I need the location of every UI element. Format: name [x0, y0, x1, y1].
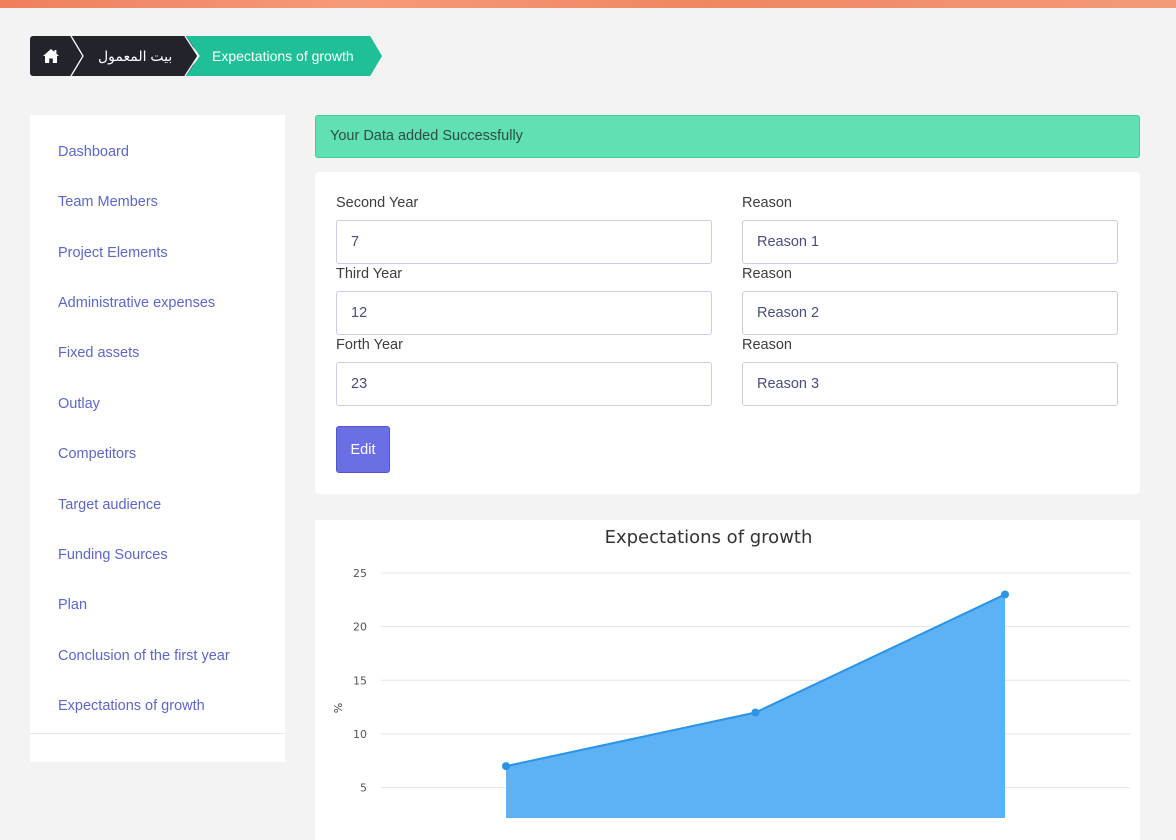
sidebar-item-target-audience[interactable]: Target audience [58, 497, 161, 513]
success-alert: Your Data added Successfully [315, 115, 1140, 158]
breadcrumb-home[interactable] [30, 36, 72, 76]
sidebar-item-team-members[interactable]: Team Members [58, 194, 158, 210]
y-tick-label: 15 [353, 674, 367, 687]
sidebar-item-administrative-expenses[interactable]: Administrative expenses [58, 295, 215, 311]
data-point [1001, 590, 1009, 599]
third-year-label: Third Year [336, 266, 403, 282]
sidebar-item-conclusion-first-year[interactable]: Conclusion of the first year [58, 648, 230, 664]
y-tick-label: 25 [353, 567, 367, 580]
y-tick-label: 10 [353, 728, 367, 741]
breadcrumb-item-project[interactable]: بيت المعمول [70, 36, 198, 76]
sidebar-item-expectations-of-growth[interactable]: Expectations of growth [58, 698, 205, 714]
forth-year-label: Forth Year [336, 337, 403, 353]
header-banner [0, 0, 1176, 8]
second-year-input[interactable] [336, 220, 712, 264]
reason-1-label: Reason [742, 195, 792, 211]
reason-3-input[interactable] [742, 362, 1118, 406]
forth-year-input[interactable] [336, 362, 712, 406]
second-year-label: Second Year [336, 195, 419, 211]
breadcrumb-item-label: Expectations of growth [212, 48, 354, 64]
breadcrumb-item-label: بيت المعمول [98, 47, 173, 64]
data-point [502, 762, 510, 771]
reason-1-input[interactable] [742, 220, 1118, 264]
sidebar-item-funding-sources[interactable]: Funding Sources [58, 547, 168, 563]
sidebar-item-plan[interactable]: Plan [58, 597, 87, 613]
sidebar-item-competitors[interactable]: Competitors [58, 446, 136, 462]
y-axis-label: % [332, 703, 345, 713]
growth-chart: Expectations of growth 5 10 15 20 25% [315, 520, 1140, 840]
growth-form: Second Year Reason Third Year Reason For… [315, 172, 1140, 494]
sidebar-divider [30, 733, 285, 734]
reason-2-label: Reason [742, 266, 792, 282]
sidebar: Dashboard Team Members Project Elements … [30, 115, 285, 762]
edit-button[interactable]: Edit [336, 426, 390, 473]
breadcrumb-separator [184, 36, 199, 76]
breadcrumb-separator [70, 36, 84, 76]
chart-plot: 5 10 15 20 25% [332, 567, 1130, 818]
y-tick-label: 5 [360, 782, 367, 795]
reason-2-input[interactable] [742, 291, 1118, 335]
y-tick-label: 20 [353, 621, 367, 634]
sidebar-item-dashboard[interactable]: Dashboard [58, 144, 129, 160]
sidebar-item-project-elements[interactable]: Project Elements [58, 245, 168, 261]
home-icon [43, 49, 59, 63]
sidebar-item-outlay[interactable]: Outlay [58, 396, 100, 412]
third-year-input[interactable] [336, 291, 712, 335]
data-point [751, 708, 760, 717]
breadcrumb-item-current: Expectations of growth [186, 36, 382, 76]
sidebar-item-fixed-assets[interactable]: Fixed assets [58, 345, 139, 361]
reason-3-label: Reason [742, 337, 792, 353]
area-fill [506, 594, 1005, 818]
alert-text: Your Data added Successfully [330, 128, 523, 144]
